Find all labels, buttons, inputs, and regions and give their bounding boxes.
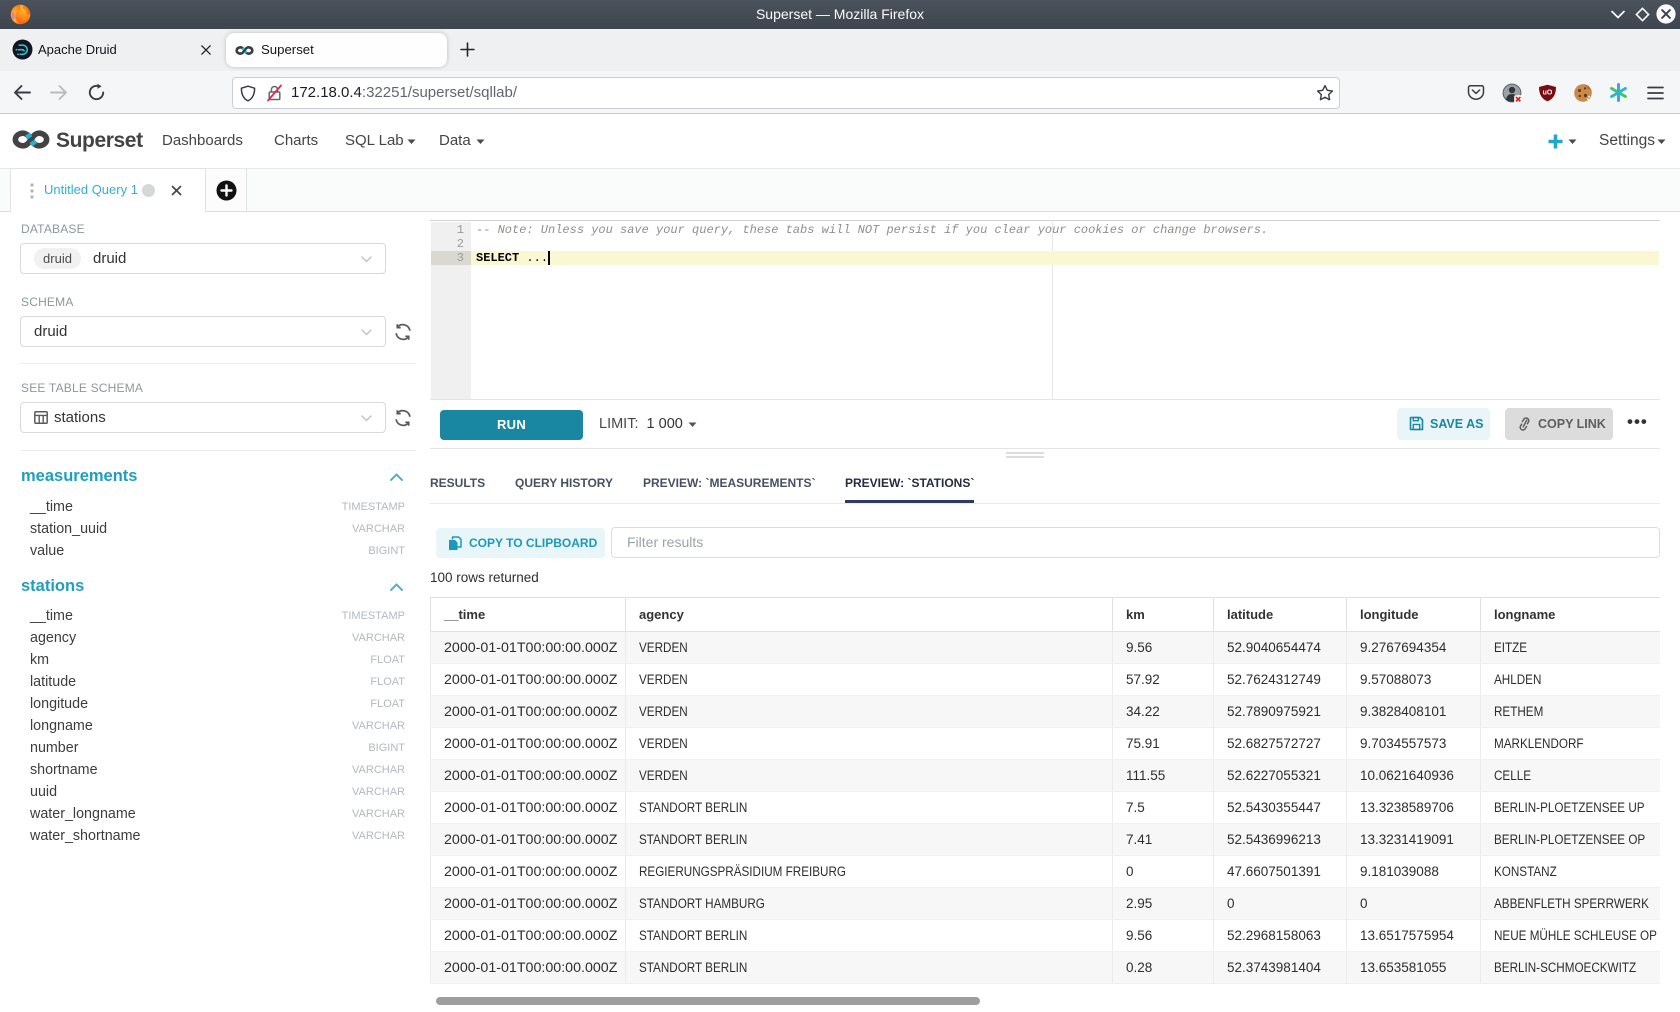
svg-text:uO: uO: [1543, 90, 1553, 97]
